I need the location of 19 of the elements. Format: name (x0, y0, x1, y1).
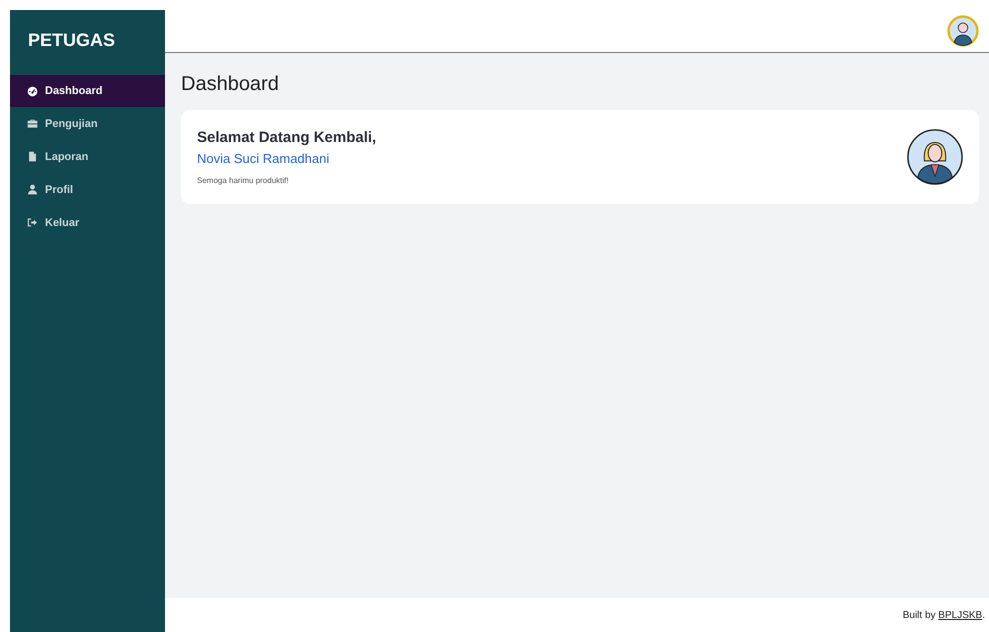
sidebar-item[interactable]: Pengujian (10, 107, 165, 140)
page-title: Dashboard (181, 73, 280, 96)
sidebar-item[interactable]: Keluar (10, 206, 165, 239)
footer-link[interactable]: BPLJSKB (938, 610, 982, 620)
user-icon (27, 184, 38, 195)
gauge-icon (27, 86, 38, 96)
toolbox-icon (27, 118, 38, 129)
greeting-text: Selamat Datang Kembali, (197, 129, 376, 146)
sidebar-item[interactable]: Laporan (10, 140, 165, 173)
logout-icon (27, 217, 38, 228)
footer-credit: Built by BPLJSKB. (902, 610, 985, 620)
avatar-icon (906, 128, 964, 186)
welcome-message: Semoga harimu produktif! (197, 176, 290, 185)
sidebar-item[interactable]: Profil (10, 173, 165, 206)
file-icon (27, 151, 38, 162)
user-name: Novia Suci Ramadhani (197, 151, 330, 166)
avatar-icon[interactable] (947, 15, 979, 47)
brand-title: PETUGAS (27, 29, 116, 52)
sidebar-item[interactable]: Dashboard (10, 75, 165, 107)
